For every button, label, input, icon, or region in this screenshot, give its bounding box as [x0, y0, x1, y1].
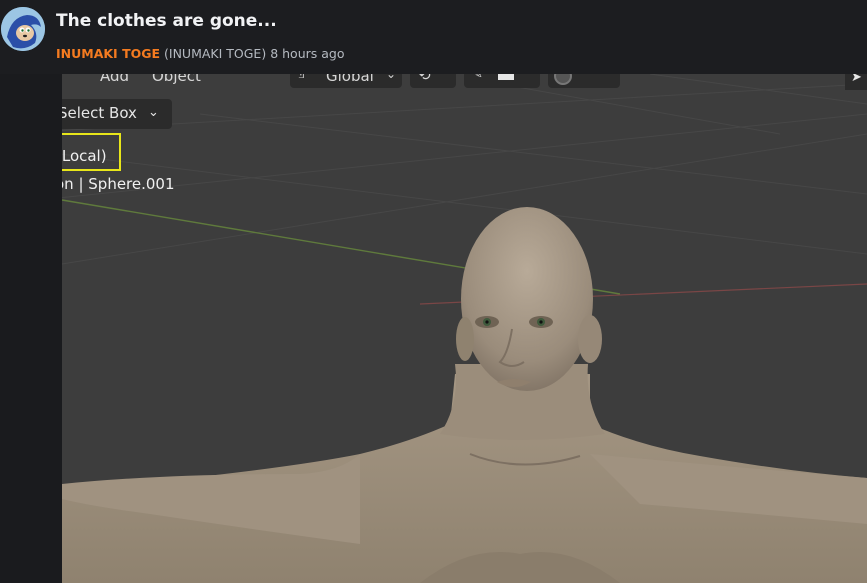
menu-add[interactable]: Add — [100, 74, 129, 85]
human-model — [0, 207, 867, 583]
post-time: 8 hours ago — [270, 46, 345, 61]
orientation-dropdown[interactable]: ⟓ Global ⌄ — [290, 74, 402, 88]
proportional-edit[interactable] — [548, 74, 620, 88]
post-meta: INUMAKI TOGE (INUMAKI TOGE) 8 hours ago — [56, 46, 345, 61]
left-panel — [0, 74, 62, 583]
proportional-icon: ✎ — [472, 74, 483, 82]
object-name-label: on | Sphere.001 — [55, 175, 175, 193]
cursor-icon: ➤ — [851, 74, 862, 85]
select-box-dropdown[interactable]: Select Box ⌄ — [44, 99, 172, 129]
overlay-icon — [498, 74, 514, 80]
proportional-circle-icon — [554, 74, 572, 85]
orientation-label: Global — [326, 74, 374, 85]
cursor-tool[interactable]: ➤ — [845, 74, 867, 90]
avatar[interactable] — [1, 7, 45, 51]
gizmo-icon: ⟓ — [298, 74, 305, 82]
avatar-image — [1, 7, 45, 51]
overlay-dropdown[interactable]: ✎ — [464, 74, 540, 88]
post-header: The clothes are gone... INUMAKI TOGE (IN… — [0, 0, 867, 74]
chevron-down-icon: ⌄ — [148, 105, 159, 120]
snap-dropdown[interactable]: ⟲ — [410, 74, 456, 88]
menu-object[interactable]: Object — [152, 74, 201, 85]
author-name[interactable]: INUMAKI TOGE — [56, 46, 160, 61]
chevron-down-icon: ⌄ — [386, 74, 397, 81]
viewport-scene — [0, 74, 867, 583]
post-title[interactable]: The clothes are gone... — [56, 11, 277, 31]
select-mode-label: Select Box — [58, 104, 137, 122]
author-username: (INUMAKI TOGE) — [164, 46, 267, 61]
snap-icon: ⟲ — [418, 74, 431, 84]
blender-viewport[interactable]: ct Add Object ⟓ Global ⌄ ⟲ ✎ ➤ Select Bo… — [0, 74, 867, 583]
